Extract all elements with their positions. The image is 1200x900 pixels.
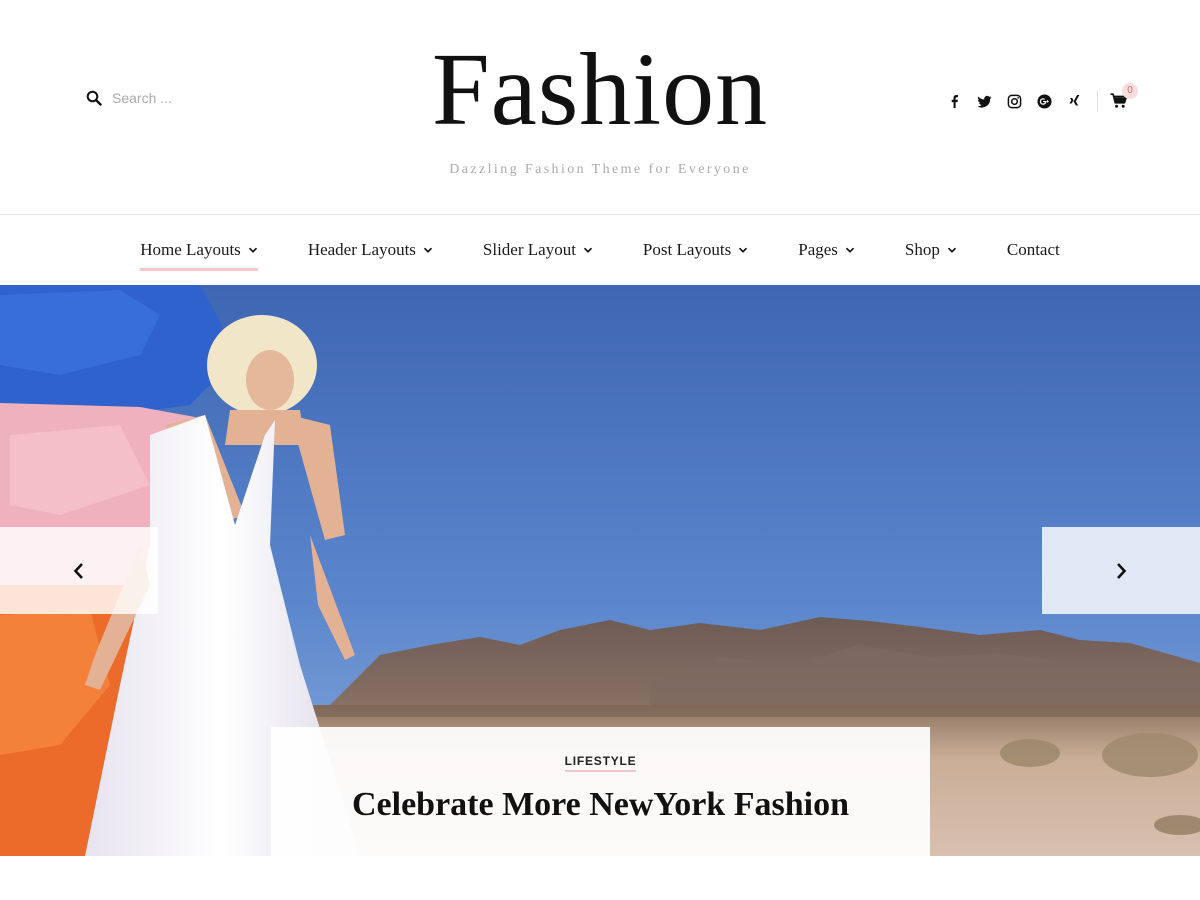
cart-count-badge: 0	[1122, 83, 1138, 99]
chevron-down-icon	[423, 247, 433, 253]
slide-title[interactable]: Celebrate More NewYork Fashion	[271, 786, 930, 824]
nav-item-label: Slider Layout	[482, 240, 576, 259]
nav-item-home-layouts[interactable]: Home Layouts	[115, 240, 283, 271]
site-tagline: Dazzling Fashion Theme for Everyone	[449, 162, 751, 177]
active-underline	[140, 268, 258, 271]
chevron-right-icon	[1117, 562, 1127, 579]
nav-item-label: Header Layouts	[307, 240, 416, 259]
nav-item-label: Pages	[798, 240, 838, 259]
chevron-down-icon	[583, 247, 593, 253]
slider-next-button[interactable]	[1042, 527, 1200, 614]
chevron-down-icon	[947, 247, 956, 253]
cart-button[interactable]: 0	[1110, 83, 1138, 111]
facebook-icon[interactable]	[939, 91, 969, 111]
google-plus-icon[interactable]	[1029, 91, 1059, 111]
slider-prev-button[interactable]	[0, 527, 158, 614]
xing-icon[interactable]	[1059, 91, 1089, 111]
social-links: 0	[939, 83, 1138, 112]
hero-slider: LIFESTYLE Celebrate More NewYork Fashion	[0, 285, 1200, 856]
main-navigation: Home Layouts Header Layouts Slider Layou…	[0, 214, 1200, 285]
nav-item-shop[interactable]: Shop	[880, 240, 982, 260]
nav-item-header-layouts[interactable]: Header Layouts	[283, 240, 458, 260]
chevron-left-icon	[73, 562, 83, 579]
nav-item-label: Post Layouts	[642, 240, 732, 259]
nav-item-contact[interactable]: Contact	[982, 240, 1085, 260]
nav-item-pages[interactable]: Pages	[773, 240, 880, 260]
slide-caption: LIFESTYLE Celebrate More NewYork Fashion	[271, 727, 930, 856]
chevron-down-icon	[845, 247, 855, 253]
chevron-down-icon	[739, 247, 748, 253]
slide-category-link[interactable]: LIFESTYLE	[564, 754, 637, 772]
social-divider	[1097, 90, 1098, 112]
nav-item-post-layouts[interactable]: Post Layouts	[618, 240, 773, 260]
nav-item-slider-layout[interactable]: Slider Layout	[458, 240, 618, 260]
twitter-icon[interactable]	[969, 91, 999, 111]
nav-item-label: Home Layouts	[140, 240, 241, 259]
instagram-icon[interactable]	[999, 91, 1029, 111]
nav-item-label: Shop	[904, 240, 940, 259]
chevron-down-icon	[248, 247, 257, 253]
site-header: Fashion Dazzling Fashion Theme for Every…	[0, 0, 1200, 214]
nav-item-label: Contact	[1006, 240, 1060, 259]
